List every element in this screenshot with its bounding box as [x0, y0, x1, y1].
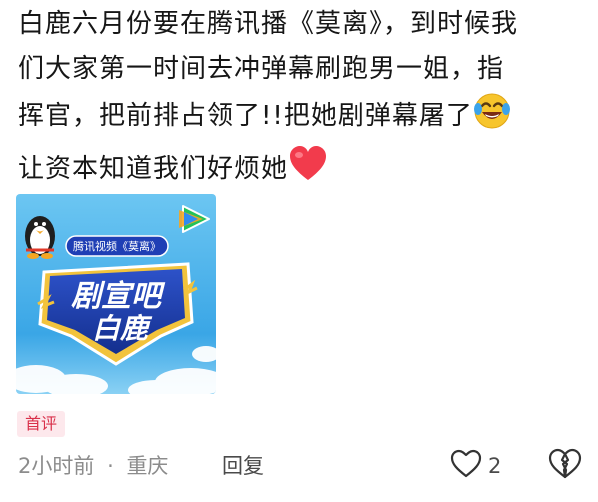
laughing-tears-emoji-icon [473, 92, 511, 145]
red-heart-emoji-icon [288, 145, 328, 198]
image-tag-text: 腾讯视频《莫离》 [73, 239, 161, 253]
comment-line-1: 白鹿六月份要在腾讯播《莫离》，到时候我 [18, 9, 519, 39]
comment-text: 白鹿六月份要在腾讯播《莫离》，到时候我 们大家第一时间去冲弹幕刷跑男一姐，指 挥… [18, 2, 592, 198]
reply-button[interactable]: 回复 [222, 449, 264, 483]
dislike-button[interactable] [548, 448, 584, 484]
heart-outline-icon[interactable] [450, 449, 482, 483]
comment-line-2: 们大家第一时间去冲弹幕刷跑男一姐，指 [18, 54, 505, 84]
comment-line-4-wrap: 让资本知道我们好烦她 [18, 145, 592, 198]
broken-heart-outline-icon[interactable] [548, 448, 582, 484]
image-title-line-2: 白鹿 [92, 312, 153, 345]
meta-separator: · [107, 454, 114, 478]
comment-line-3-wrap: 挥官，把前排占领了!!把她剧弹幕屠了 [18, 92, 592, 145]
attached-image[interactable]: 腾讯视频《莫离》 剧宣吧 白鹿 [16, 194, 216, 394]
first-review-badge: 首评 [17, 411, 66, 437]
comment-line-3: 挥官，把前排占领了!!把她剧弹幕屠了 [18, 101, 473, 131]
like-count: 2 [488, 454, 502, 478]
post-time: 2小时前 [18, 454, 95, 478]
image-title-line-1: 剧宣吧 [71, 279, 166, 314]
comment-meta: 2小时前 · 重庆 [18, 449, 168, 483]
post-location: 重庆 [126, 454, 169, 478]
comment-line-4: 让资本知道我们好烦她 [18, 154, 289, 184]
like-button[interactable]: 2 [450, 448, 501, 484]
